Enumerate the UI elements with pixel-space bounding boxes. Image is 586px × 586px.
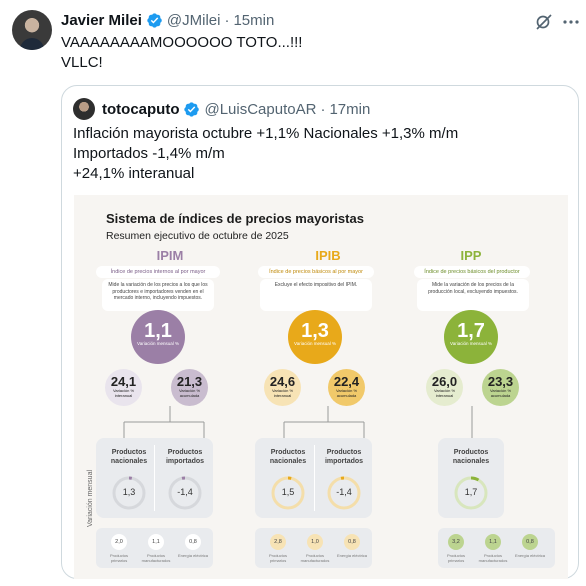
ipib-national-label-1: Productos [270,449,306,456]
header-separator: · [224,11,230,29]
ipp-interannual-circle: 26,0 Variación % interanual [426,369,463,406]
ipib-cumulative-label: Variación % acumulada [335,388,358,398]
ipp-national-label-1: Productos [453,449,489,456]
ipim-manufactured-dot: 1,1 [148,534,164,550]
ipib-manufactured-dot: 1,0 [307,534,323,550]
ipib-imported-value: -1,4 [336,487,352,497]
ipp-pill: Índice de precios básicos del productor [414,266,530,278]
ipim-monthly-circle: 1,1 Variación mensual % [131,310,185,364]
vertical-axis-label: Variación mensual [87,469,95,528]
ipim-imported-label-2: importados [165,458,205,465]
ipim-interannual-label: Variación % interanual [112,388,135,398]
tweet-text-line-1: VAAAAAAAAMOOOOOO TOTO...!!! [61,34,303,51]
quoted-text-line-1: Inflación mayorista octubre +1,1% Nacion… [73,125,459,142]
quoted-tweet-time[interactable]: 17min [329,101,370,118]
ipim-monthly-label: Variación mensual % [137,341,179,346]
ipib-description: Excluye el efecto impositivo del IPIM. [260,279,372,311]
tweet-time[interactable]: 15min [233,12,274,29]
ipib-primary-dot: 2,8 [270,534,286,550]
ipp-national-value: 1,7 [464,487,478,497]
ipim-description: Mide la variación de los precios a los q… [102,279,214,311]
ipp-manufactured-label: Productos manufacturados [478,553,508,563]
ipp-energy-label: Energía eléctrica [515,553,546,558]
ipim-monthly-value: 1,1 [144,320,172,342]
more-icon[interactable] [562,12,580,32]
grok-icon[interactable] [534,12,554,32]
ipib-national-label-2: nacionales [269,458,307,465]
ipim-cumulative-label: Variación % acumulada [178,388,201,398]
quoted-tweet-text: Inflación mayorista octubre +1,1% Nacion… [73,124,458,184]
quoted-text-line-3: +24,1% interanual [73,165,195,182]
quoted-tweet-header: totocaputo @LuisCaputoAR · 17min [72,99,370,119]
ipp-description: Mide la variación de los precios de la p… [417,279,529,311]
ipib-national-title: Productos nacionales [258,448,318,466]
ipim-national-title: Productos nacionales [99,448,159,466]
ipim-primary-dot: 2,0 [111,534,127,550]
ipp-manufactured-dot: 1,1 [485,534,501,550]
ipp-energy-dot: 0,8 [522,534,538,550]
ipib-imported-label-2: importados [324,458,364,465]
ipib-cumulative-circle: 22,4 Variación % acumulada [328,369,365,406]
ipim-primary-label: Productos primarios [109,553,128,563]
ipp-interannual-value: 26,0 [431,374,458,389]
ipp-primary-dot: 3,2 [448,534,464,550]
ipim-imported-label-1: Productos [167,449,203,456]
ipp-monthly-label: Variación mensual % [450,341,492,346]
ipib-national-value: 1,5 [281,487,295,497]
ipib-monthly-value: 1,3 [301,320,329,342]
quoted-author-handle[interactable]: @LuisCaputoAR [204,101,316,118]
ipib-energy-label: Energía eléctrica [337,553,368,558]
ipim-imported-value: -1,4 [177,487,193,497]
ipp-title: IPP [460,248,482,263]
ipp-monthly-circle: 1,7 Variación mensual % [444,310,498,364]
quoted-author-name[interactable]: totocaputo [102,101,179,118]
ipim-national-label-1: Productos [111,449,147,456]
ipib-energy-dot: 0,8 [344,534,360,550]
tweet-text-line-2: VLLC! [61,54,103,71]
ipib-cumulative-value: 22,4 [333,374,360,389]
ipim-national-value: 1,3 [122,487,136,497]
ipim-manufactured-label: Productos manufacturados [141,553,171,563]
author-name[interactable]: Javier Milei [61,12,142,29]
ipib-interannual-label: Variación % interanual [271,388,294,398]
tweet-header: Javier Milei @JMilei · 15min [61,10,274,30]
ipp-cumulative-circle: 23,3 Variación % acumulada [482,369,519,406]
ipp-cumulative-label: Variación % acumulada [489,388,512,398]
ipp-monthly-value: 1,7 [457,320,485,342]
author-avatar[interactable] [12,10,52,50]
ipib-imported-label-1: Productos [326,449,362,456]
ipim-cumulative-circle: 21,3 Variación % acumulada [171,369,208,406]
ipib-primary-label: Productos primarios [268,553,287,563]
ipim-interannual-value: 24,1 [110,374,137,389]
ipib-interannual-circle: 24,6 Variación % interanual [264,369,301,406]
ipim-imported-title: Productos importados [155,448,215,466]
ipim-cumulative-value: 21,3 [176,374,203,389]
ipp-national-title: Productos nacionales [441,448,501,466]
ipim-pill: Índice de precios internos al por mayor [96,266,220,278]
verified-badge-icon [183,101,200,118]
ipp-cumulative-value: 23,3 [487,374,514,389]
ipim-energy-label: Energía eléctrica [178,553,209,558]
ipib-imported-title: Productos importados [314,448,374,466]
ipib-interannual-value: 24,6 [269,374,296,389]
ipp-interannual-label: Variación % interanual [433,388,456,398]
ipp-primary-label: Productos primarios [446,553,465,563]
ipim-interannual-circle: 24,1 Variación % interanual [105,369,142,406]
ipib-title: IPIB [315,248,341,263]
quoted-header-separator: · [320,100,326,118]
verified-badge-icon [146,12,163,29]
ipim-energy-dot: 0,8 [185,534,201,550]
quoted-text-line-2: Importados -1,4% m/m [73,145,225,162]
tweet-text: VAAAAAAAAMOOOOOO TOTO...!!! VLLC! [61,33,302,73]
ipib-pill: Índice de precios básicos al por mayor [258,266,374,278]
ipib-monthly-circle: 1,3 Variación mensual % [288,310,342,364]
infographic-image[interactable]: Sistema de índices de precios mayoristas… [74,195,568,579]
ipib-monthly-label: Variación mensual % [294,341,336,346]
ipp-national-label-2: nacionales [452,458,490,465]
author-handle[interactable]: @JMilei [167,12,221,29]
ipim-title: IPIM [156,248,184,263]
ipib-manufactured-label: Productos manufacturados [300,553,330,563]
ipim-national-label-2: nacionales [110,458,148,465]
